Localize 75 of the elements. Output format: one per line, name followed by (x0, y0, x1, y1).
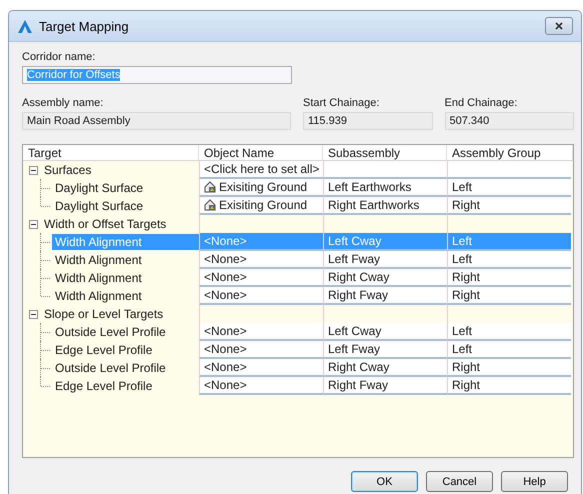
table-cell: Right Earthworks (323, 197, 447, 215)
tree-group-label[interactable]: Width or Offset Targets (41, 216, 170, 232)
table-cell: Right Fway (323, 287, 447, 305)
tree-item-label[interactable]: Width Alignment (52, 252, 145, 268)
tree-item-label[interactable]: Outside Level Profile (52, 324, 169, 340)
object-name-text: <None> (204, 252, 247, 266)
table-cell[interactable]: <None> (199, 251, 323, 269)
tree-item-label[interactable]: Daylight Surface (52, 180, 146, 196)
window-title: Target Mapping (39, 18, 130, 34)
collapse-icon[interactable] (29, 166, 38, 174)
assembly-name-field: Main Road Assembly (22, 112, 291, 130)
object-name-text: <None> (204, 324, 247, 338)
object-name-text: <None> (204, 360, 247, 374)
field-label: End Chainage: (444, 96, 518, 110)
table-cell[interactable]: Exisiting Ground (199, 179, 323, 197)
table-cell: Right Cway (323, 359, 447, 377)
surface-icon (204, 199, 217, 211)
surface-icon (204, 181, 217, 193)
tree-group-label[interactable]: Slope or Level Targets (41, 306, 166, 322)
tree-item-label[interactable]: Outside Level Profile (52, 360, 169, 376)
table-cell[interactable]: <Click here to set all> (199, 161, 323, 179)
table-cell: Left (447, 341, 571, 359)
table-cell: Left Fway (323, 251, 447, 269)
table-cell: Right (447, 287, 571, 305)
table-cell[interactable]: <None> (199, 323, 323, 341)
table-cell[interactable]: <None> (199, 287, 323, 305)
object-name-text: <None> (204, 288, 247, 302)
tree-item-label[interactable]: Daylight Surface (52, 198, 146, 214)
field-label: Corridor name: (22, 50, 96, 64)
column-header[interactable]: Object Name (199, 145, 323, 160)
column-header[interactable]: Subassembly (323, 145, 447, 160)
table-cell: Right (447, 359, 571, 377)
table-cell: Left Cway (323, 323, 447, 341)
table-cell: Left Cway (323, 233, 447, 251)
dialog-button[interactable]: Help (501, 471, 568, 492)
column-header[interactable]: Assembly Group (447, 145, 573, 160)
close-button[interactable] (545, 17, 573, 35)
table-cell[interactable]: <None> (199, 269, 323, 287)
dialog-button[interactable]: OK (351, 471, 418, 492)
object-name-text: <None> (204, 234, 247, 248)
field-label: Assembly name: (22, 96, 104, 110)
object-name-text: <None> (204, 270, 247, 284)
table-cell: Right (447, 269, 571, 287)
table-cell: Left (447, 233, 571, 251)
table-cell[interactable]: <None> (199, 377, 323, 395)
table-cell: Right Cway (323, 269, 447, 287)
app-logo-icon (17, 18, 33, 34)
tree-item-label[interactable]: Edge Level Profile (52, 342, 156, 358)
tree-item-label[interactable]: Width Alignment (52, 288, 145, 304)
table-cell: Left Earthworks (323, 179, 447, 197)
table-cell[interactable]: <None> (199, 341, 323, 359)
table-cell: Right Fway (323, 377, 447, 395)
table-cell[interactable]: Exisiting Ground (199, 197, 323, 215)
tree-item-label[interactable]: Edge Level Profile (52, 378, 156, 394)
table-cell: Left (447, 179, 571, 197)
field-label: Start Chainage: (302, 96, 380, 110)
close-icon (555, 22, 563, 30)
table-cell[interactable]: <None> (199, 359, 323, 377)
collapse-icon[interactable] (29, 310, 38, 318)
dialog-button[interactable]: Cancel (426, 471, 493, 492)
table-cell: Left Fway (323, 341, 447, 359)
table-cell: Right (447, 377, 571, 395)
table-cell: Left (447, 323, 571, 341)
column-header[interactable]: Target (23, 145, 199, 160)
start-chainage-field: 115.939 (302, 112, 432, 130)
object-name-text: <None> (204, 378, 247, 392)
table-cell: Left (447, 251, 571, 269)
object-name-text: Exisiting Ground (219, 198, 308, 212)
object-name-text: <None> (204, 342, 247, 356)
object-name-text: Exisiting Ground (219, 180, 308, 194)
end-chainage-field: 507.340 (444, 112, 574, 130)
tree-item-label[interactable]: Width Alignment (52, 270, 145, 286)
table-cell: Right (447, 197, 571, 215)
collapse-icon[interactable] (29, 220, 38, 228)
tree-group-label[interactable]: Surfaces (41, 162, 94, 178)
